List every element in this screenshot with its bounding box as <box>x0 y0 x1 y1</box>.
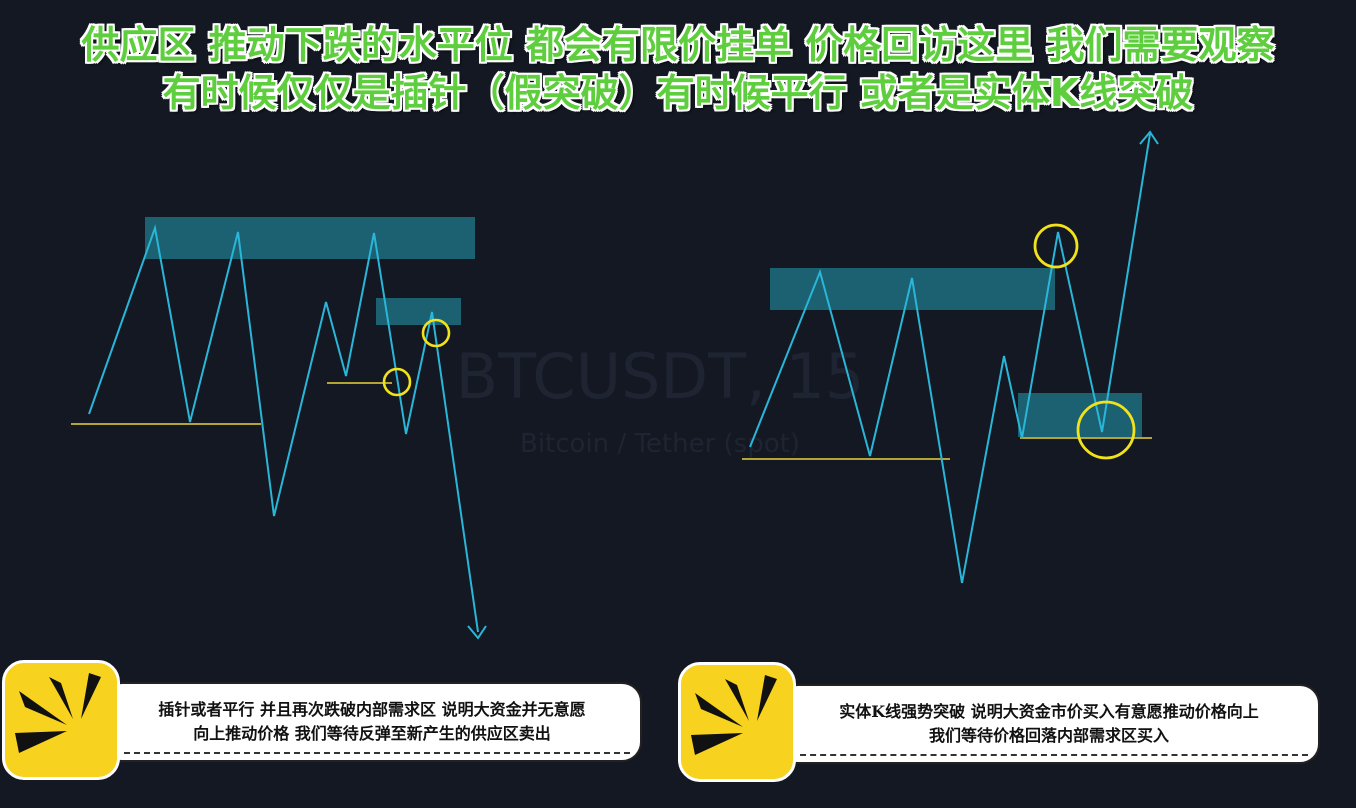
left-scenario <box>71 217 487 640</box>
callout-right-line1: 实体K线强势突破 说明大资金市价买入有意愿推动价格向上 <box>839 702 1259 721</box>
callout-left-bubble: 插针或者平行 并且再次跌破内部需求区 说明大资金并无意愿 向上推动价格 我们等待… <box>102 682 642 762</box>
callout-left-line1: 插针或者平行 并且再次跌破内部需求区 说明大资金并无意愿 <box>158 700 586 719</box>
megaphone-burst-icon <box>2 660 120 780</box>
callout-right-bubble: 实体K线强势突破 说明大资金市价买入有意愿推动价格向上 我们等待价格回落内部需求… <box>778 684 1320 764</box>
callout-right-line2: 我们等待价格回落内部需求区买入 <box>928 726 1169 745</box>
demand-zone-right <box>1018 393 1142 437</box>
diagram-stage: 供应区 推动下跌的水平位 都会有限价挂单 价格回访这里 我们需要观察 有时候仅仅… <box>0 0 1356 808</box>
megaphone-burst-icon <box>678 662 796 782</box>
price-path-left <box>88 224 479 633</box>
watermark-pair: Bitcoin / Tether (spot) <box>520 429 800 459</box>
megaphone-burst-icon-graphic <box>691 675 777 755</box>
supply-zone-main <box>145 217 475 259</box>
callout-left-line2: 向上推动价格 我们等待反弹至新产生的供应区卖出 <box>193 724 551 743</box>
watermark-symbol: BTCUSDT, 15 <box>456 340 865 413</box>
megaphone-burst-icon-graphic <box>15 673 101 753</box>
